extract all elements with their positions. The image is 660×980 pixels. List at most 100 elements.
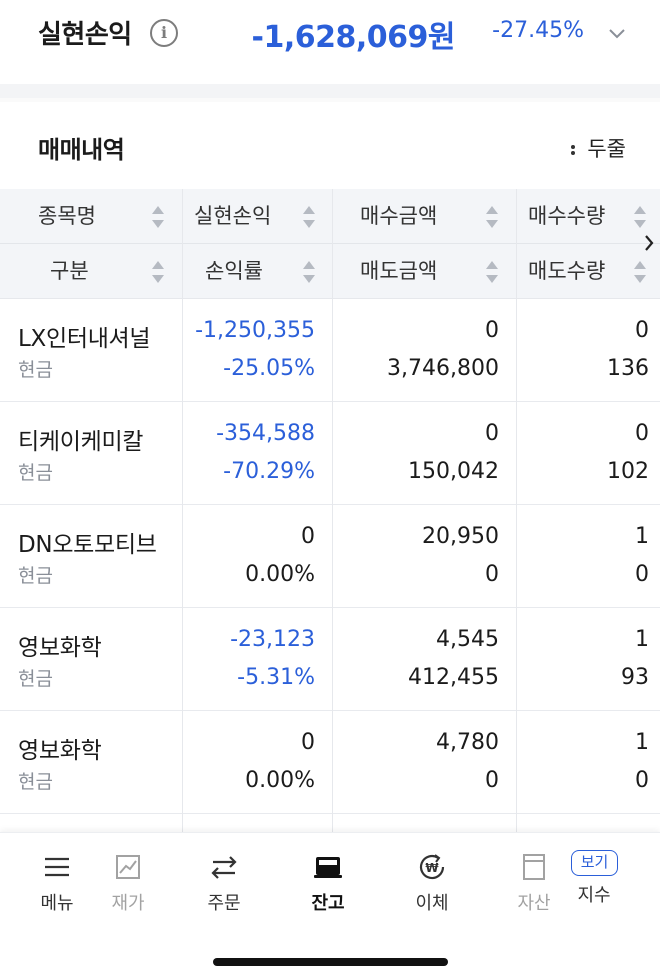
buy-amount: 0: [485, 318, 499, 343]
trade-type: 현금: [18, 359, 53, 381]
header-row-2: 구분 손익률 매도금액 매도수량: [0, 244, 660, 299]
nav-label: 이체: [415, 893, 449, 914]
realized-pnl: -354,588: [216, 421, 315, 446]
table-row[interactable]: 영보화학현금 0 0.00% 4,780 0 1 0: [0, 711, 660, 814]
view-badge[interactable]: 보기: [571, 850, 618, 876]
sell-amount: 0: [485, 768, 499, 793]
pnl-rate: -25.05%: [223, 356, 315, 381]
sort-icon[interactable]: [634, 261, 646, 283]
dots-icon: [571, 143, 577, 157]
section-divider-shade: [0, 98, 660, 102]
sell-qty: 102: [607, 459, 649, 484]
won-transfer-icon: ₩: [419, 854, 445, 880]
trade-type: 현금: [18, 565, 53, 587]
table-row[interactable]: 영보화학 현금 -23,123 -5.31% 4,545 412,455 1 93: [0, 608, 660, 711]
pnl-rate: -70.29%: [223, 459, 315, 484]
sort-icon[interactable]: [303, 261, 315, 283]
sort-icon[interactable]: [152, 261, 164, 283]
buy-qty: 0: [635, 421, 649, 446]
trade-type: 현금: [18, 462, 53, 484]
buy-amount: 0: [485, 421, 499, 446]
two-line-label: 두줄: [587, 137, 626, 161]
chart-icon: [116, 855, 140, 879]
two-line-toggle[interactable]: 두줄: [571, 133, 626, 163]
header-type[interactable]: 구분: [50, 244, 89, 299]
nav-index[interactable]: 지수: [554, 881, 634, 907]
sell-amount: 3,746,800: [387, 356, 499, 381]
nav-watchlist[interactable]: 재가: [88, 851, 168, 915]
svg-text:₩: ₩: [425, 861, 439, 875]
buy-qty: 0: [635, 318, 649, 343]
trade-history-table: 종목명 실현손익 매수금액 매수수량 구분 손익률 매도금액 매도수량 LX인터…: [0, 189, 660, 834]
nav-label: 잔고: [311, 893, 345, 914]
hamburger-menu-icon: [45, 857, 69, 877]
nav-label: 재가: [111, 893, 145, 914]
realized-pnl: 0: [301, 730, 315, 755]
sell-qty: 0: [635, 562, 649, 587]
section-divider: [0, 84, 660, 98]
stock-name: DN오토모티브: [18, 532, 157, 558]
nav-transfer[interactable]: ₩ 이체: [392, 851, 472, 915]
sell-qty: 136: [607, 356, 649, 381]
stock-name: 영보화학: [18, 738, 102, 764]
sort-icon[interactable]: [303, 206, 315, 228]
nav-balance[interactable]: 잔고: [288, 851, 368, 915]
header-buy-amount[interactable]: 매수금액: [360, 189, 437, 244]
nav-order[interactable]: 주문: [184, 851, 264, 915]
sort-icon[interactable]: [486, 206, 498, 228]
nav-label: 지수: [577, 885, 611, 906]
sort-icon[interactable]: [634, 206, 646, 228]
realized-pnl-percent: -27.45%: [492, 18, 584, 43]
summary-title: 실현손익: [38, 20, 132, 50]
buy-amount: 4,780: [436, 730, 499, 755]
table-header: 종목명 실현손익 매수금액 매수수량 구분 손익률 매도금액 매도수량: [0, 189, 660, 299]
trade-type: 현금: [18, 771, 53, 793]
nav-label: 주문: [207, 893, 241, 914]
buy-qty: 1: [635, 730, 649, 755]
column-divider: [182, 189, 183, 834]
column-divider: [516, 189, 517, 834]
buy-amount: 4,545: [436, 627, 499, 652]
pnl-rate: 0.00%: [245, 562, 315, 587]
header-pnl-rate[interactable]: 손익률: [205, 244, 263, 299]
table-row[interactable]: 티케이케미칼현금 -354,588 -70.29% 0 150,042 0 102: [0, 402, 660, 505]
nav-label: 메뉴: [40, 893, 74, 914]
table-row[interactable]: DN오토모티브현금 0 0.00% 20,950 0 1 0: [0, 505, 660, 608]
pnl-rate: -5.31%: [237, 665, 315, 690]
sell-qty: 0: [635, 768, 649, 793]
realized-pnl-amount: -1,628,069원: [251, 20, 456, 55]
wallet-icon: [314, 857, 342, 878]
sell-amount: 150,042: [408, 459, 499, 484]
column-divider: [332, 189, 333, 834]
chevron-down-icon[interactable]: [608, 24, 626, 42]
document-icon: [523, 854, 545, 880]
stock-name: 티케이케미칼: [18, 429, 144, 455]
realized-pnl: -1,250,355: [195, 318, 315, 343]
nav-menu[interactable]: 메뉴: [17, 851, 97, 915]
home-indicator: [213, 958, 448, 966]
header-sell-qty[interactable]: 매도수량: [528, 244, 605, 299]
header-row-1: 종목명 실현손익 매수금액 매수수량: [0, 189, 660, 244]
stock-name: LX인터내셔널: [18, 326, 151, 352]
scroll-right-icon[interactable]: [644, 234, 654, 252]
realized-pnl: -23,123: [230, 627, 315, 652]
header-stock-name[interactable]: 종목명: [38, 189, 96, 244]
sort-icon[interactable]: [486, 261, 498, 283]
trade-type: 현금: [18, 668, 53, 690]
sell-amount: 0: [485, 562, 499, 587]
buy-qty: 1: [635, 524, 649, 549]
swap-arrows-icon: [211, 856, 237, 879]
table-row[interactable]: LX인터내셔널현금 -1,250,355 -25.05% 0 3,746,800 0 136: [0, 299, 660, 402]
sell-amount: 412,455: [408, 665, 499, 690]
trade-history-title: 매매내역: [38, 136, 125, 164]
sort-icon[interactable]: [152, 206, 164, 228]
realized-pnl: 0: [301, 524, 315, 549]
realized-pnl-summary[interactable]: 실현손익 i -1,628,069원 -27.45%: [0, 0, 660, 84]
stock-name: 영보화학: [18, 635, 102, 661]
header-sell-amount[interactable]: 매도금액: [360, 244, 437, 299]
header-buy-qty[interactable]: 매수수량: [528, 189, 605, 244]
info-icon[interactable]: i: [150, 19, 178, 47]
header-realized-pnl[interactable]: 실현손익: [194, 189, 271, 244]
pnl-rate: 0.00%: [245, 768, 315, 793]
buy-amount: 20,950: [422, 524, 499, 549]
